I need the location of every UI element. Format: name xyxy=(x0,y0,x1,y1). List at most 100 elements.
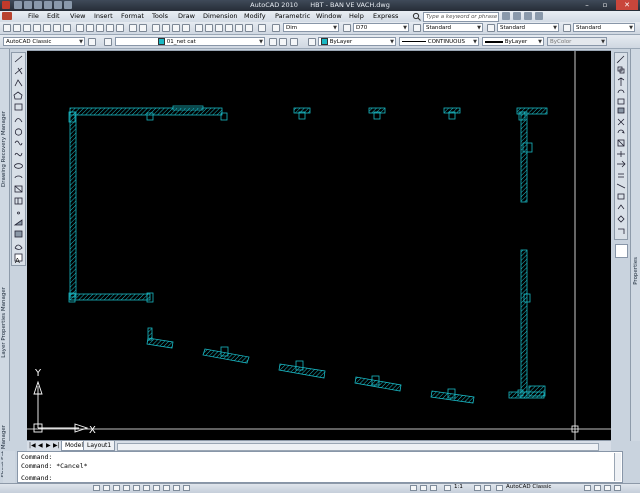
copy-icon[interactable] xyxy=(86,24,94,32)
save-file-icon[interactable] xyxy=(23,24,31,32)
menu-help[interactable]: Help xyxy=(349,12,364,20)
table-style-select[interactable]: Standard ▼ xyxy=(423,23,483,32)
quickcalc-icon[interactable] xyxy=(245,24,253,32)
help-icon[interactable] xyxy=(535,12,543,20)
tab-layout1[interactable]: Layout1 xyxy=(83,441,116,451)
drawing-recovery-manager-tab[interactable]: Drawing Recovery Manager xyxy=(1,111,7,187)
menu-file[interactable]: File xyxy=(28,12,39,20)
menu-modify[interactable]: Modify xyxy=(244,12,266,20)
menu-window[interactable]: Window xyxy=(316,12,342,20)
layer-select[interactable]: 01_net cat ▼ xyxy=(115,37,265,46)
lock-ui-icon[interactable] xyxy=(584,485,591,491)
maximize-icon[interactable]: ▫ xyxy=(598,0,612,10)
workspace-switching-icon[interactable] xyxy=(496,485,503,491)
paste-icon[interactable] xyxy=(96,24,104,32)
tool-palettes-icon[interactable] xyxy=(215,24,223,32)
drawing-svg[interactable]: Y X xyxy=(27,50,611,440)
markup-icon[interactable] xyxy=(235,24,243,32)
search-icon[interactable] xyxy=(412,12,421,21)
grid-display-icon[interactable] xyxy=(103,485,110,491)
zoom-window-icon[interactable] xyxy=(172,24,180,32)
search-input[interactable]: Type a keyword or phrase xyxy=(423,12,499,22)
redo-toolbar-icon[interactable] xyxy=(139,24,147,32)
command-prompt[interactable]: Command: xyxy=(21,474,52,482)
object-snap-icon[interactable] xyxy=(133,485,140,491)
layer-states-icon[interactable] xyxy=(290,38,298,46)
menu-express[interactable]: Express xyxy=(373,12,398,20)
text-style-icon[interactable] xyxy=(272,24,280,32)
properties-palette-tab[interactable]: Properties xyxy=(633,257,639,285)
model-space-icon[interactable] xyxy=(410,485,417,491)
app-menu-icon[interactable] xyxy=(2,12,12,20)
menu-format[interactable]: Format xyxy=(121,12,144,20)
quick-view-layouts-icon[interactable] xyxy=(420,485,427,491)
autoscale-icon[interactable] xyxy=(484,485,491,491)
status-menu-icon[interactable] xyxy=(604,485,611,491)
object-snap-tracking-icon[interactable] xyxy=(143,485,150,491)
table-style-icon[interactable] xyxy=(413,24,421,32)
plot-toolbar-icon[interactable] xyxy=(33,24,41,32)
horizontal-scrollbar[interactable] xyxy=(117,443,599,451)
lineweight-select[interactable]: ByLayer ▼ xyxy=(482,37,544,46)
quick-view-drawings-icon[interactable] xyxy=(430,485,437,491)
properties-icon[interactable] xyxy=(195,24,203,32)
clean-screen-icon[interactable] xyxy=(614,485,621,491)
design-center-icon[interactable] xyxy=(205,24,213,32)
cut-icon[interactable] xyxy=(76,24,84,32)
menu-view[interactable]: View xyxy=(70,12,85,20)
polar-tracking-icon[interactable] xyxy=(123,485,130,491)
menu-parametric[interactable]: Parametric xyxy=(275,12,310,20)
menu-edit[interactable]: Edit xyxy=(47,12,60,20)
annotation-scale-value[interactable]: 1:1 xyxy=(454,484,463,490)
tab-next-icon[interactable]: ▶ xyxy=(46,442,51,449)
publish-icon[interactable] xyxy=(53,24,61,32)
plot-preview-icon[interactable] xyxy=(43,24,51,32)
drawing-canvas[interactable]: Y X xyxy=(27,50,611,440)
mtext-icon[interactable]: A xyxy=(15,257,20,265)
make-current-layer-icon[interactable] xyxy=(269,38,277,46)
properties-palette-icon[interactable] xyxy=(615,244,628,258)
tab-prev-icon[interactable]: ◀ xyxy=(38,442,43,449)
dim-style-select[interactable]: D70 ▼ xyxy=(353,23,409,32)
snap-mode-icon[interactable] xyxy=(93,485,100,491)
layer-previous-icon[interactable] xyxy=(279,38,287,46)
sheet-set-icon[interactable] xyxy=(225,24,233,32)
layer-properties-manager-tab[interactable]: Layer Properties Manager xyxy=(1,287,7,358)
multileader-icon[interactable] xyxy=(563,24,571,32)
close-icon[interactable]: ✕ xyxy=(616,0,638,10)
menu-draw[interactable]: Draw xyxy=(178,12,195,20)
multileader-style-select[interactable]: Standard ▼ xyxy=(497,23,559,32)
3d-dwf-icon[interactable] xyxy=(63,24,71,32)
undo-toolbar-icon[interactable] xyxy=(129,24,137,32)
plotstyle-select[interactable]: ByColor ▼ xyxy=(547,37,607,46)
workspace-settings-icon[interactable] xyxy=(88,38,96,46)
search-go-icon[interactable] xyxy=(502,12,510,20)
workspace-select[interactable]: AutoCAD Classic ▼ xyxy=(3,37,85,46)
color-control-icon[interactable] xyxy=(308,38,316,46)
ducs-icon[interactable] xyxy=(153,485,160,491)
zoom-previous-icon[interactable] xyxy=(182,24,190,32)
table-style-select-2[interactable]: Standard ▼ xyxy=(573,23,635,32)
zoom-realtime-icon[interactable] xyxy=(162,24,170,32)
dynamic-input-icon[interactable] xyxy=(163,485,170,491)
workspace-status[interactable]: AutoCAD Classic xyxy=(506,484,551,490)
new-icon[interactable] xyxy=(3,24,11,32)
annotation-visibility-icon[interactable] xyxy=(474,485,481,491)
annotation-scale-icon[interactable] xyxy=(444,485,451,491)
linetype-select[interactable]: CONTINUOUS ▼ xyxy=(399,37,479,46)
help-toolbar-icon[interactable] xyxy=(258,24,266,32)
multileader-style-icon[interactable] xyxy=(487,24,495,32)
communication-center-icon[interactable] xyxy=(513,12,521,20)
lineweight-toggle-icon[interactable] xyxy=(173,485,180,491)
quick-properties-icon[interactable] xyxy=(183,485,190,491)
menu-dimension[interactable]: Dimension xyxy=(203,12,238,20)
draw-tools-icons[interactable]: A xyxy=(12,53,25,265)
tab-last-icon[interactable]: ▶| xyxy=(53,442,60,449)
dim-style-icon[interactable] xyxy=(343,24,351,32)
favorites-icon[interactable] xyxy=(524,12,532,20)
open-file-icon[interactable] xyxy=(13,24,21,32)
pan-icon[interactable] xyxy=(152,24,160,32)
menu-insert[interactable]: Insert xyxy=(94,12,113,20)
match-properties-icon[interactable] xyxy=(106,24,114,32)
command-scrollbar[interactable] xyxy=(614,453,621,481)
